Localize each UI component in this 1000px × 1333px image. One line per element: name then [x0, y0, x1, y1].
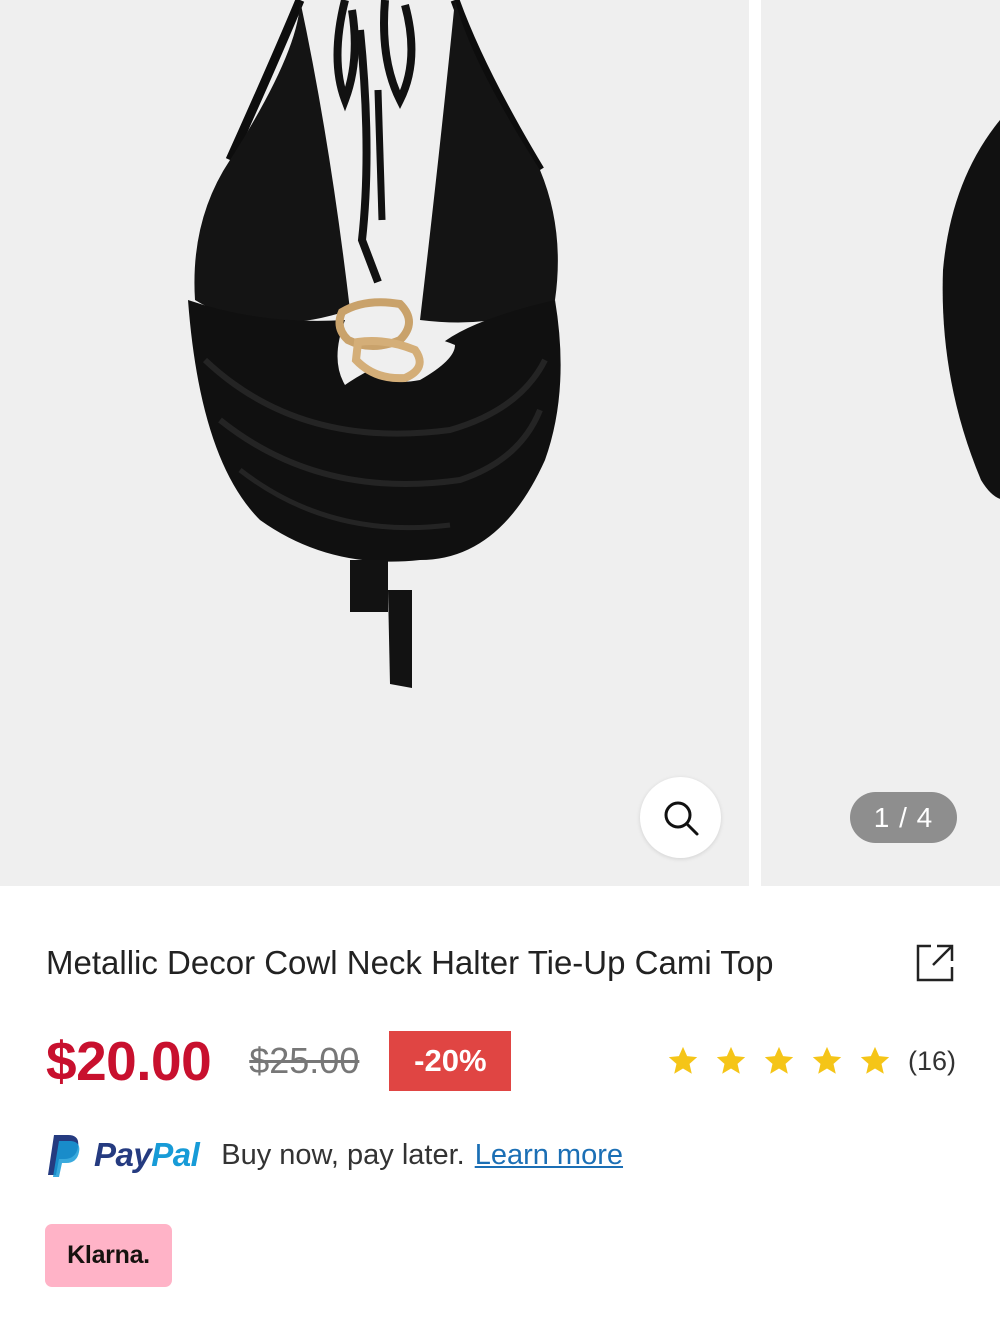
product-photo-partial [942, 120, 1000, 499]
product-image-gallery[interactable]: 1 / 4 [0, 0, 1000, 886]
product-title-row: Metallic Decor Cowl Neck Halter Tie-Up C… [46, 940, 956, 986]
star-icon [764, 1046, 794, 1074]
zoom-button[interactable] [640, 777, 721, 858]
product-title: Metallic Decor Cowl Neck Halter Tie-Up C… [46, 944, 774, 981]
star-icon [668, 1046, 698, 1074]
paypal-logo-icon [48, 1135, 80, 1177]
review-count: (16) [907, 1045, 956, 1076]
rating[interactable]: (16) [666, 1044, 956, 1078]
search-icon [664, 801, 698, 835]
original-price: $25.00 [249, 1040, 360, 1081]
learn-more-link[interactable]: Learn more [475, 1139, 623, 1172]
rating-stars [666, 1044, 892, 1078]
external-link-icon [916, 944, 954, 982]
share-button[interactable] [914, 942, 956, 984]
paypal-wordmark: PayPal [94, 1136, 200, 1174]
image-counter: 1 / 4 [850, 792, 957, 843]
star-icon [716, 1046, 746, 1074]
sale-price: $20.00 [46, 1030, 212, 1092]
klarna-badge[interactable]: Klarna. [45, 1224, 172, 1287]
star-icon [812, 1046, 842, 1074]
product-photo [188, 0, 561, 688]
paypal-text: Buy now, pay later. [221, 1138, 465, 1171]
paypal-pal: Pal [151, 1136, 200, 1173]
product-image-main[interactable] [0, 0, 749, 886]
product-image-next[interactable]: 1 / 4 [761, 0, 1000, 886]
discount-badge: -20% [389, 1031, 512, 1091]
paypal-pay: Pay [94, 1136, 152, 1173]
paypal-pay-later: PayPal Buy now, pay later. Learn more [46, 1130, 623, 1180]
star-icon [860, 1046, 890, 1074]
price-row: $20.00 $25.00 -20% (16) [46, 1028, 956, 1094]
